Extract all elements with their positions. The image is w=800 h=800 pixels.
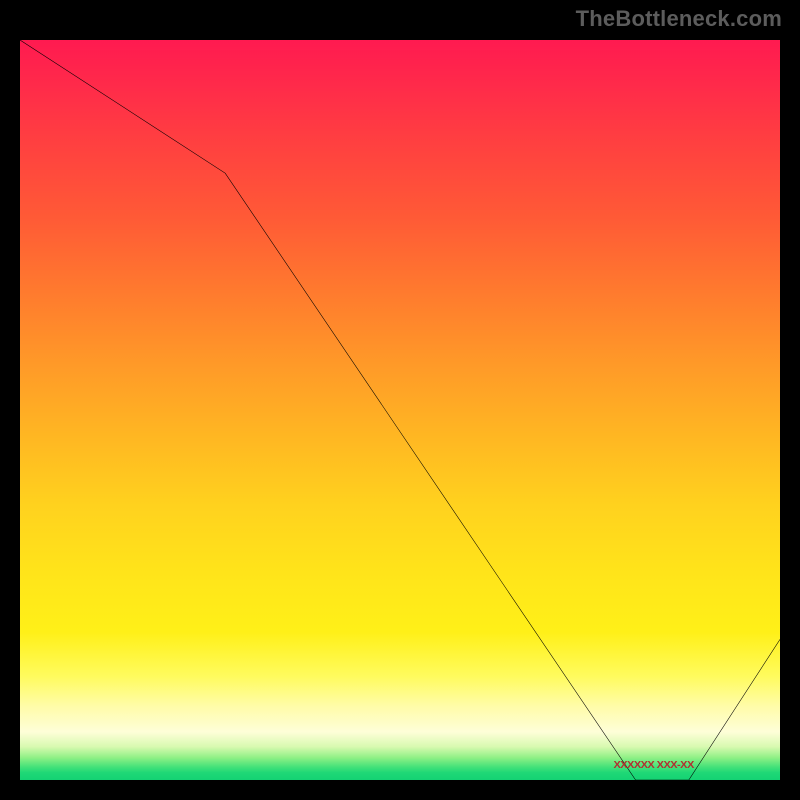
watermark-text: TheBottleneck.com [576, 6, 782, 32]
line-series-svg [20, 40, 780, 780]
plot-frame: XXXXXX XXX-XX [14, 34, 786, 786]
series-line [20, 40, 780, 780]
series-label: XXXXXX XXX-XX [614, 760, 694, 771]
chart-container: TheBottleneck.com XXXXXX XXX-XX [0, 0, 800, 800]
